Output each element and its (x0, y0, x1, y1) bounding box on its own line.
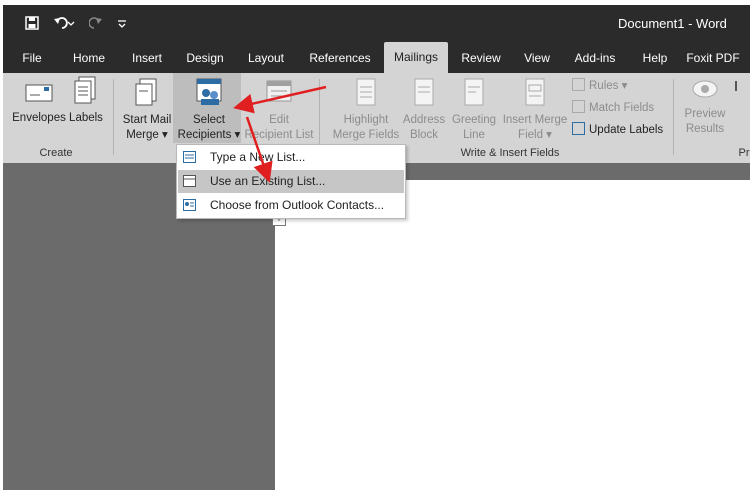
arrow-to-select-recipients (233, 85, 327, 114)
annotation-arrows (233, 85, 327, 183)
arrow-to-existing-list (245, 116, 273, 183)
word-window: Document1 - Word File Home Insert Design… (0, 0, 750, 500)
